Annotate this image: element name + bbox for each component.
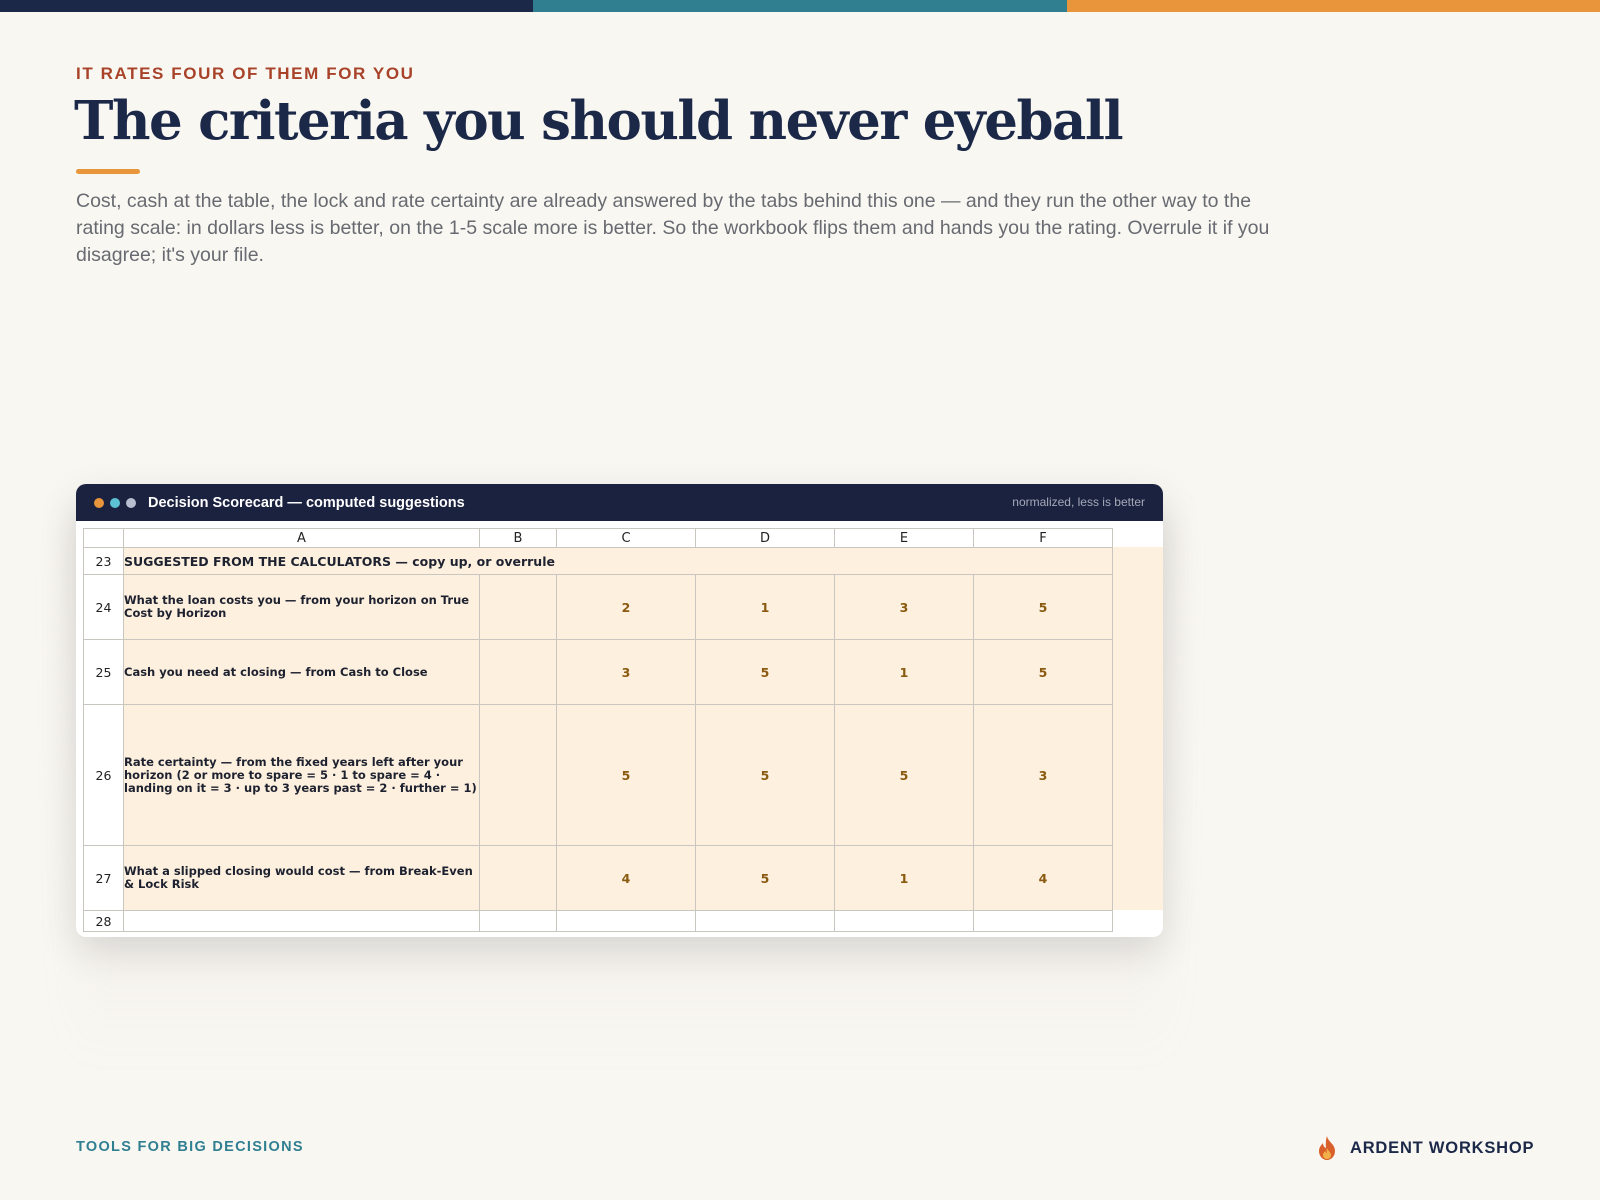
table-row: 27 What a slipped closing would cost — f… <box>83 845 1113 911</box>
spreadsheet-grid: A B C D E F 23 SUGGESTED FROM THE CALCUL… <box>83 528 1113 932</box>
rating-cell[interactable]: 1 <box>695 574 835 640</box>
flame-icon <box>1319 1136 1335 1160</box>
row-number[interactable]: 27 <box>83 845 124 911</box>
top-bar-navy-segment <box>0 0 534 12</box>
title-accent-rule <box>76 169 140 174</box>
table-row: 26 Rate certainty — from the fixed years… <box>83 704 1113 846</box>
empty-cell[interactable] <box>479 910 557 932</box>
rating-cell[interactable]: 4 <box>556 845 696 911</box>
corner-cell[interactable] <box>83 528 124 548</box>
top-bar-orange-segment <box>1066 0 1600 12</box>
spreadsheet-window: Decision Scorecard — computed suggestion… <box>76 484 1163 937</box>
row-number[interactable]: 23 <box>83 547 124 575</box>
empty-cell[interactable] <box>479 845 557 911</box>
window-dot-orange <box>94 497 104 508</box>
rating-cell[interactable]: 3 <box>556 639 696 705</box>
table-row: 23 SUGGESTED FROM THE CALCULATORS — copy… <box>83 547 1113 575</box>
column-header-a[interactable]: A <box>123 528 480 548</box>
rating-cell[interactable]: 5 <box>834 704 974 846</box>
window-note: normalized, less is better <box>1012 495 1145 509</box>
column-header-d[interactable]: D <box>695 528 835 548</box>
rating-cell[interactable]: 3 <box>973 704 1113 846</box>
empty-cell[interactable] <box>479 574 557 640</box>
empty-cell[interactable] <box>834 910 974 932</box>
criterion-label-cell[interactable]: What the loan costs you — from your hori… <box>123 574 480 640</box>
rating-cell[interactable]: 1 <box>834 845 974 911</box>
criterion-label-cell[interactable]: What a slipped closing would cost — from… <box>123 845 480 911</box>
empty-cell[interactable] <box>123 910 480 932</box>
top-bar-teal-segment <box>533 0 1067 12</box>
window-dot-teal <box>110 497 120 508</box>
table-row: 24 What the loan costs you — from your h… <box>83 574 1113 640</box>
rating-cell[interactable]: 5 <box>695 845 835 911</box>
page-title: The criteria you should never eyeball <box>74 90 1124 152</box>
row-number[interactable]: 24 <box>83 574 124 640</box>
rating-cell[interactable]: 1 <box>834 639 974 705</box>
criterion-label-cell[interactable]: Cash you need at closing — from Cash to … <box>123 639 480 705</box>
top-accent-bar <box>0 0 1600 12</box>
row-number[interactable]: 26 <box>83 704 124 846</box>
row-number[interactable]: 25 <box>83 639 124 705</box>
rating-cell[interactable]: 5 <box>556 704 696 846</box>
intro-paragraph: Cost, cash at the table, the lock and ra… <box>76 190 1270 266</box>
brand-lockup[interactable]: ARDENT WORKSHOP <box>1316 1135 1534 1161</box>
rating-cell[interactable]: 5 <box>695 639 835 705</box>
eyebrow-label: IT RATES FOUR OF THEM FOR YOU <box>76 64 415 83</box>
empty-cell[interactable] <box>973 910 1113 932</box>
rating-cell[interactable]: 3 <box>834 574 974 640</box>
footer-tagline: TOOLS FOR BIG DECISIONS <box>76 1139 304 1155</box>
empty-cell[interactable] <box>479 704 557 846</box>
empty-cell[interactable] <box>695 910 835 932</box>
rating-cell[interactable]: 5 <box>973 639 1113 705</box>
window-title: Decision Scorecard — computed suggestion… <box>148 494 465 511</box>
empty-cell[interactable] <box>556 910 696 932</box>
window-titlebar: Decision Scorecard — computed suggestion… <box>76 484 1163 521</box>
criterion-label-cell[interactable]: Rate certainty — from the fixed years le… <box>123 704 480 846</box>
rating-cell[interactable]: 2 <box>556 574 696 640</box>
row-number[interactable]: 28 <box>83 910 124 932</box>
sheet-overflow-fill <box>1110 547 1163 910</box>
rating-cell[interactable]: 5 <box>973 574 1113 640</box>
column-header-row: A B C D E F <box>83 528 1113 548</box>
section-header-cell[interactable]: SUGGESTED FROM THE CALCULATORS — copy up… <box>123 547 1113 575</box>
rating-cell[interactable]: 4 <box>973 845 1113 911</box>
table-row: 28 <box>83 910 1113 932</box>
column-header-f[interactable]: F <box>973 528 1113 548</box>
window-dot-grey <box>126 497 136 508</box>
empty-cell[interactable] <box>479 639 557 705</box>
brand-name: ARDENT WORKSHOP <box>1350 1138 1535 1157</box>
table-row: 25 Cash you need at closing — from Cash … <box>83 639 1113 705</box>
column-header-e[interactable]: E <box>834 528 974 548</box>
rating-cell[interactable]: 5 <box>695 704 835 846</box>
column-header-c[interactable]: C <box>556 528 696 548</box>
column-header-b[interactable]: B <box>479 528 557 548</box>
